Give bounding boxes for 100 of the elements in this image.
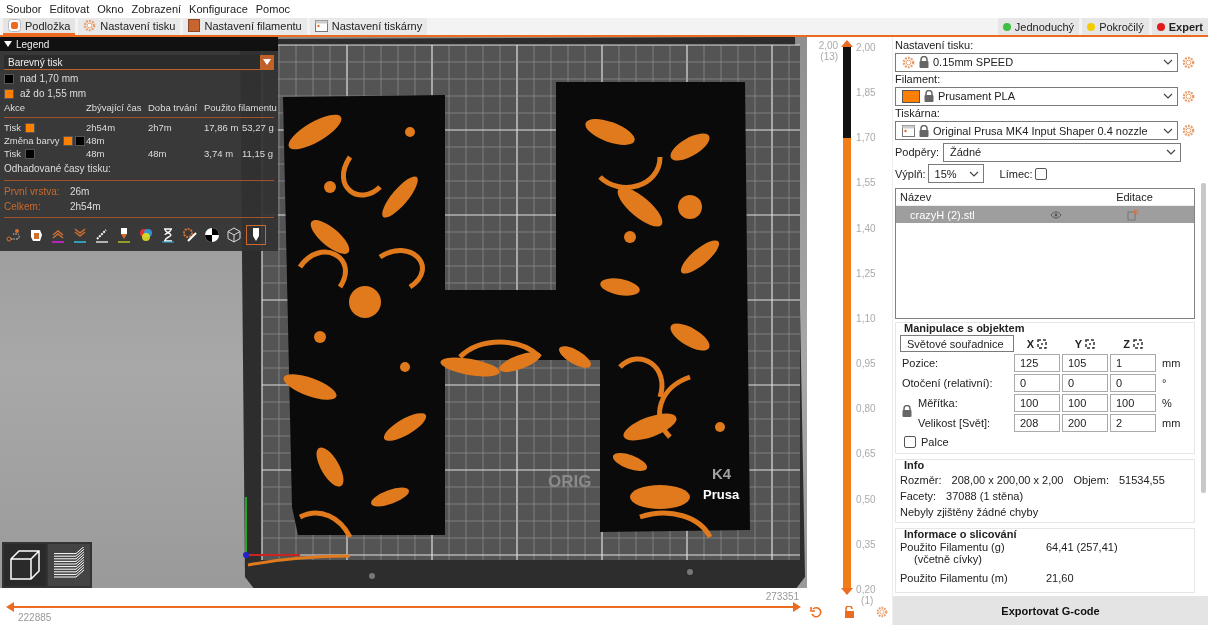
collapse-arrow-icon[interactable]	[4, 40, 12, 48]
info-label: Rozměr:	[900, 473, 942, 486]
dropdown-value: Barevný tisk	[8, 56, 63, 68]
tab[interactable]: Nastavení tisku	[78, 18, 181, 35]
number-input[interactable]: 100	[1014, 393, 1060, 412]
object-name: crazyH (2).stl	[909, 208, 976, 221]
slider-thumb[interactable]	[841, 40, 854, 47]
slider-thumb[interactable]	[841, 588, 854, 595]
axis-icon	[1132, 338, 1143, 349]
printer-icon	[902, 124, 915, 137]
number-input[interactable]: 0	[1062, 373, 1108, 392]
column-header: Název	[899, 191, 933, 204]
mode-button[interactable]: Jednoduchý	[997, 18, 1080, 35]
preset-dropdown[interactable]: Prusament PLA	[895, 86, 1178, 106]
tick-label: 1,10	[856, 312, 877, 324]
slider-thumb[interactable]	[6, 602, 14, 612]
column-header: Zbývající čas	[86, 102, 143, 113]
number-input[interactable]: 1	[1110, 353, 1156, 372]
tab-label: Nastavení filamentu	[204, 19, 302, 32]
dropdown-value: Prusament PLA	[938, 90, 1017, 103]
coordinates-dropdown[interactable]: Světové souřadnice	[900, 335, 1014, 352]
axis-label: X	[1026, 337, 1035, 350]
dropdown-value: Original Prusa MK4 Input Shaper 0.4 nozzle	[933, 124, 1149, 137]
scrollbar[interactable]	[1201, 183, 1206, 493]
checkbox[interactable]	[904, 435, 916, 448]
unit-label: °	[1161, 376, 1168, 389]
undo-icon[interactable]	[810, 606, 823, 618]
checkbox[interactable]	[1034, 167, 1047, 180]
slider-value: 222885	[18, 612, 53, 623]
estimate-value: 26m	[70, 186, 90, 197]
number-input[interactable]: 125	[1014, 353, 1060, 372]
lock-icon[interactable]	[902, 405, 912, 417]
menu-item[interactable]: Okno	[93, 3, 128, 15]
info-value: 37088 (1 stěna)	[946, 489, 1024, 502]
dropdown-value: Světové souřadnice	[907, 337, 1004, 350]
slider-thumb[interactable]	[793, 602, 802, 612]
table-cell-text: 48m	[86, 148, 106, 159]
tick-label: 1,85	[856, 87, 877, 99]
mode-label: Jednoduchý	[1014, 20, 1075, 33]
table-cell-text: 2h7m	[148, 122, 173, 133]
field-label: Tiskárna:	[895, 107, 941, 120]
infill-dropdown[interactable]: 15%	[927, 164, 984, 184]
mode-label: Expert	[1168, 20, 1203, 33]
mode-button[interactable]: Pokročilý	[1082, 18, 1149, 35]
tick-label: 0,50	[856, 493, 877, 505]
column-header: Doba trvání	[148, 102, 199, 113]
table-cell-text: 2h54m	[86, 122, 117, 133]
menu-item[interactable]: Konfigurace	[185, 3, 252, 15]
lock-icon	[919, 56, 929, 69]
status-text: Nebyly zjištěny žádné chyby	[900, 505, 1039, 518]
dropdown-button[interactable]	[260, 55, 274, 69]
number-input[interactable]: 200	[1062, 413, 1108, 432]
field-label: Otočení (relativní):	[902, 376, 993, 389]
number-input[interactable]: 2	[1110, 413, 1156, 432]
menu-item[interactable]: Zobrazení	[127, 3, 186, 15]
preset-dropdown[interactable]: Original Prusa MK4 Input Shaper 0.4 nozzle	[895, 121, 1178, 141]
tick-label: 0,95	[856, 358, 877, 370]
column-header: Akce	[4, 102, 27, 113]
menu-item[interactable]: Soubor	[2, 3, 46, 15]
table-cell: 11,15 g	[242, 148, 274, 159]
field-label: Filament:	[895, 73, 942, 86]
number-input[interactable]: 208	[1014, 413, 1060, 432]
tab-label: Nastavení tiskárny	[331, 19, 423, 32]
column-header: Použito filamentu	[204, 102, 274, 113]
view-type-dropdown[interactable]: Barevný tisk	[4, 55, 274, 70]
number-input[interactable]: 0	[1110, 373, 1156, 392]
tab[interactable]: Podložka	[3, 18, 76, 35]
menu-item[interactable]: Pomoc	[251, 3, 295, 15]
tab[interactable]: Nastavení filamentu	[183, 18, 307, 35]
info-value: 51534,55	[1118, 473, 1165, 486]
number-input[interactable]: 100	[1110, 393, 1156, 412]
number-input[interactable]: 0	[1014, 373, 1060, 392]
field-label: Pozice:	[902, 356, 939, 369]
info-label: Objem:	[1073, 473, 1109, 486]
number-input[interactable]: 105	[1062, 353, 1108, 372]
dropdown-value: 15%	[934, 167, 958, 180]
estimate-value: 2h54m	[70, 201, 101, 212]
tab[interactable]: Nastavení tiskárny	[309, 18, 428, 35]
preset-dropdown[interactable]: 0.15mm SPEED	[895, 52, 1178, 72]
tick-label: 2,00	[856, 42, 877, 53]
lock-icon[interactable]	[843, 606, 855, 618]
number-input[interactable]: 100	[1062, 393, 1108, 412]
vertical-slider-track[interactable]	[840, 40, 855, 595]
unit-label: mm	[1161, 416, 1182, 429]
axis-icon	[1037, 338, 1048, 349]
legend-title: Legend	[16, 38, 50, 50]
slider-value: 2,00	[818, 40, 839, 51]
tick-label: 0,65	[856, 448, 877, 460]
mode-button[interactable]: Expert	[1151, 18, 1208, 35]
export-button[interactable]: Exportovat G-code	[893, 596, 1208, 625]
section-label: Odhadované časy tisku:	[4, 163, 111, 174]
spool-icon	[188, 19, 201, 32]
eye-icon[interactable]	[1050, 210, 1062, 219]
estimate-label: První vrstva:	[4, 186, 61, 197]
menu-item[interactable]: Editovat	[45, 3, 94, 15]
supports-dropdown[interactable]: Žádné	[943, 142, 1182, 162]
lock-icon	[924, 90, 934, 103]
info-value: 208,00 x 200,00 x 2,00	[951, 473, 1064, 486]
axis-label: Y	[1074, 337, 1083, 350]
axis-label: Z	[1123, 337, 1130, 350]
